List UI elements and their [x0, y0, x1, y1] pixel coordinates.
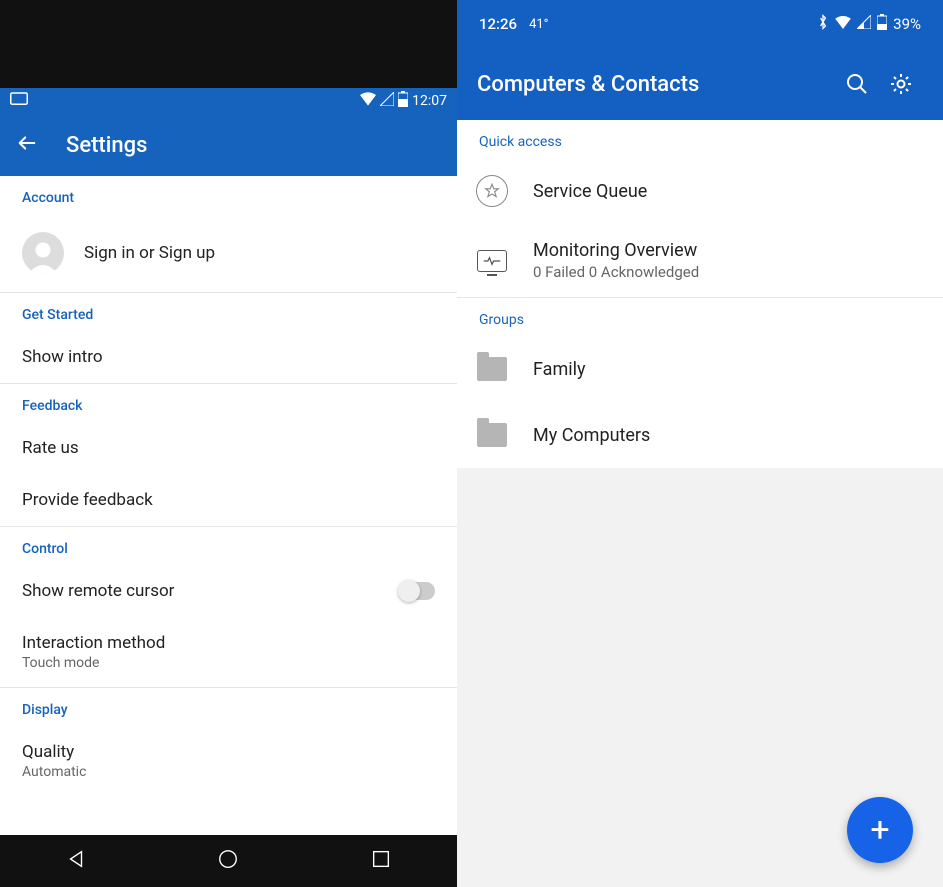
sign-in-row[interactable]: Sign in or Sign up	[0, 214, 457, 292]
section-groups: Groups	[457, 298, 943, 336]
left-phone: 12:07 Settings Account Sign in or Sign u…	[0, 0, 457, 887]
provide-feedback-row[interactable]: Provide feedback	[0, 474, 457, 526]
rate-us-label: Rate us	[22, 438, 79, 458]
plus-icon: +	[870, 810, 889, 850]
cast-icon	[10, 92, 28, 110]
signal-icon	[380, 92, 394, 110]
add-fab-button[interactable]: +	[847, 797, 913, 863]
status-bar-left: 12:07	[0, 88, 457, 114]
quality-row[interactable]: Quality Automatic	[0, 726, 457, 790]
app-bar-left: Settings	[0, 114, 457, 176]
provide-feedback-label: Provide feedback	[22, 490, 153, 510]
signal-icon	[857, 15, 871, 33]
show-cursor-label: Show remote cursor	[22, 581, 174, 601]
show-intro-label: Show intro	[22, 347, 103, 367]
page-title: Settings	[66, 133, 147, 158]
group-family-row[interactable]: Family	[457, 336, 943, 402]
status-temp: 41°	[529, 17, 548, 32]
group-mycomputers-label: My Computers	[533, 425, 650, 446]
section-getstarted: Get Started	[0, 293, 457, 331]
show-cursor-row[interactable]: Show remote cursor	[0, 565, 457, 617]
battery-percent: 39%	[893, 15, 921, 33]
nav-back-icon[interactable]	[65, 848, 87, 874]
status-bar-right: 12:26 41° 39%	[457, 0, 943, 48]
settings-gear-button[interactable]	[879, 62, 923, 106]
star-icon	[475, 174, 509, 208]
interaction-method-label: Interaction method	[22, 633, 165, 653]
bluetooth-icon	[817, 14, 829, 34]
status-time-right: 12:26	[479, 15, 517, 33]
folder-icon	[475, 352, 509, 386]
section-control: Control	[0, 527, 457, 565]
section-account: Account	[0, 176, 457, 214]
quality-value: Automatic	[22, 764, 86, 780]
battery-icon	[877, 14, 887, 34]
wifi-icon	[360, 92, 376, 110]
search-button[interactable]	[835, 62, 879, 106]
monitor-icon	[475, 244, 509, 278]
sign-in-label: Sign in or Sign up	[84, 243, 215, 263]
settings-content: Account Sign in or Sign up Get Started S…	[0, 176, 457, 835]
interaction-method-value: Touch mode	[22, 655, 165, 671]
folder-icon	[475, 418, 509, 452]
back-arrow-icon[interactable]	[16, 132, 38, 158]
android-nav-bar	[0, 835, 457, 887]
service-queue-label: Service Queue	[533, 181, 647, 202]
service-queue-row[interactable]: Service Queue	[457, 158, 943, 224]
monitoring-label: Monitoring Overview	[533, 240, 699, 261]
group-mycomputers-row[interactable]: My Computers	[457, 402, 943, 468]
nav-home-icon[interactable]	[217, 848, 239, 874]
monitoring-overview-row[interactable]: Monitoring Overview 0 Failed 0 Acknowled…	[457, 224, 943, 297]
left-black-margin	[0, 0, 457, 88]
rate-us-row[interactable]: Rate us	[0, 422, 457, 474]
section-feedback: Feedback	[0, 384, 457, 422]
contacts-content: Quick access Service Queue Monitoring Ov…	[457, 120, 943, 887]
page-title-right: Computers & Contacts	[477, 72, 835, 97]
avatar-icon	[22, 232, 64, 274]
quality-label: Quality	[22, 742, 86, 762]
wifi-icon	[835, 15, 851, 33]
group-family-label: Family	[533, 359, 586, 380]
cursor-toggle[interactable]	[399, 582, 435, 600]
monitoring-sub: 0 Failed 0 Acknowledged	[533, 263, 699, 281]
nav-recent-icon[interactable]	[370, 848, 392, 874]
battery-icon	[398, 91, 408, 111]
status-time: 12:07	[412, 93, 447, 109]
app-bar-right: Computers & Contacts	[457, 48, 943, 120]
section-display: Display	[0, 688, 457, 726]
right-phone: 12:26 41° 39% Computers & Contacts	[457, 0, 943, 887]
interaction-method-row[interactable]: Interaction method Touch mode	[0, 617, 457, 687]
section-quick-access: Quick access	[457, 120, 943, 158]
show-intro-row[interactable]: Show intro	[0, 331, 457, 383]
